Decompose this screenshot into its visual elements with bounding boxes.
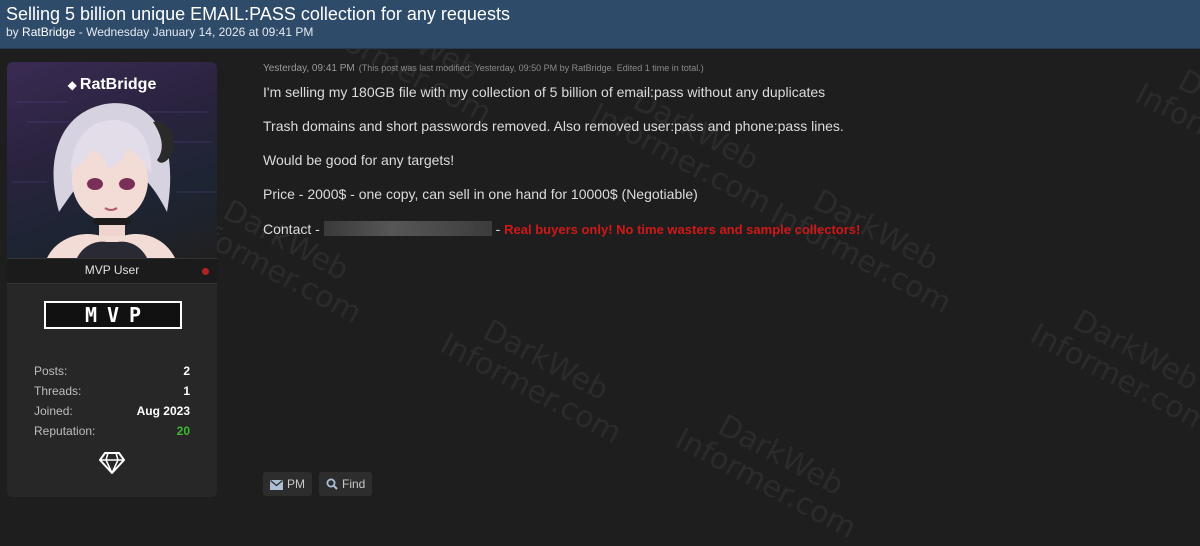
pm-label: PM (287, 477, 305, 491)
byline-date: - Wednesday January 14, 2026 at 09:41 PM (78, 25, 314, 39)
contact-label: Contact - (263, 221, 320, 237)
post-line: Would be good for any targets! (263, 152, 455, 168)
username: RatBridge (79, 76, 157, 93)
buyer-warning: Real buyers only! No time wasters and sa… (504, 222, 861, 237)
contact-separator: - (495, 221, 501, 237)
watermark: DarkWebInformer.com (434, 312, 628, 452)
watermark: DarkWebInformer.com (669, 407, 863, 546)
usertitle-bar: MVP User (7, 258, 217, 284)
diamond-icon: ◆ (67, 78, 77, 92)
avatar[interactable]: ◆ RatBridge (7, 62, 217, 258)
envelope-icon (270, 480, 283, 490)
offline-status-icon (202, 268, 209, 275)
stat-label: Threads: (34, 384, 82, 398)
post-line: Trash domains and short passwords remove… (263, 118, 844, 134)
find-label: Find (342, 477, 366, 491)
stat-label: Posts: (34, 364, 68, 378)
watermark: DarkWebInformer.com (1024, 302, 1200, 442)
search-icon (326, 478, 338, 490)
stat-reputation: Reputation: 20 (34, 422, 190, 442)
post-edit-note: (This post was last modified: Yesterday,… (358, 63, 704, 73)
post-date: Yesterday, 09:41 PM (263, 63, 355, 74)
find-button[interactable]: Find (319, 472, 373, 496)
user-title: MVP User (84, 263, 140, 277)
thread-header: Selling 5 billion unique EMAIL:PASS coll… (0, 0, 1200, 49)
watermark: DarkWebInformer.com (1129, 62, 1200, 202)
post-contact-line: Contact - - Real buyers only! No time wa… (263, 221, 860, 237)
post-line: Price - 2000$ - one copy, can sell in on… (263, 186, 698, 202)
thread-title: Selling 5 billion unique EMAIL:PASS coll… (6, 4, 510, 24)
user-stats: Posts: 2 Threads: 1 Joined: Aug 2023 Rep… (34, 362, 190, 442)
stat-threads: Threads: 1 (34, 382, 190, 402)
stat-value: 2 (183, 364, 190, 378)
diamond-award-icon (99, 452, 125, 474)
user-panel: ◆ RatBridge MVP User MVP Posts: 2 Threads… (7, 62, 217, 497)
stat-joined: Joined: Aug 2023 (34, 402, 190, 422)
byline-by: by (6, 25, 19, 39)
post-line: I'm selling my 180GB file with my collec… (263, 84, 826, 100)
pm-button[interactable]: PM (263, 472, 312, 496)
stat-posts: Posts: 2 (34, 362, 190, 382)
mvp-badge: MVP (44, 301, 182, 329)
byline-author-link[interactable]: RatBridge (22, 25, 75, 39)
stat-value: Aug 2023 (136, 404, 190, 418)
username-link[interactable]: ◆ RatBridge (7, 76, 217, 94)
stat-label: Joined: (34, 404, 73, 418)
reputation-value-link[interactable]: 20 (177, 424, 190, 438)
thread-byline: by RatBridge - Wednesday January 14, 202… (6, 25, 313, 39)
redacted-contact (323, 221, 492, 236)
watermark: DarkWebInformer.com (764, 182, 958, 322)
stat-value: 1 (183, 384, 190, 398)
stat-label: Reputation: (34, 424, 96, 438)
post-meta: Yesterday, 09:41 PM (This post was last m… (263, 63, 704, 74)
